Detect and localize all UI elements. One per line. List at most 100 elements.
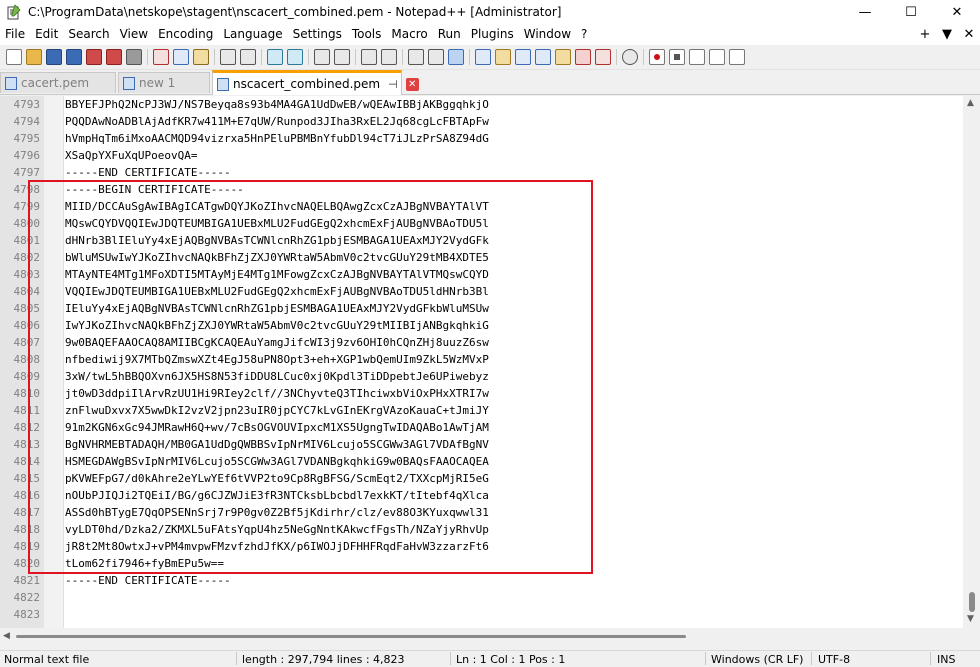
macro-record-icon[interactable]: [649, 49, 665, 65]
function-list-icon[interactable]: [535, 49, 551, 65]
line-number: 4807: [13, 336, 41, 349]
horizontal-scrollbar[interactable]: ◀: [0, 628, 963, 645]
zoom-in-icon[interactable]: [314, 49, 330, 65]
menu-search[interactable]: Search: [63, 24, 114, 45]
line-text: hVmpHqTm6iMxoAACMQD94vizrxa5HnPEluPBMBnY…: [65, 132, 489, 145]
editor-line: 4793 BBYEFJPhQ2NcPJ3WJ/NS7Beyqa8s93b4MA4G…: [0, 96, 960, 113]
sync-horizontal-icon[interactable]: [381, 49, 397, 65]
line-text: dHNrb3BlIEluYy4xEjAQBgNVBAsTCWNlcnRhZG1p…: [65, 234, 489, 247]
editor-line: 4821 -----END CERTIFICATE-----: [0, 572, 960, 589]
file-icon: [123, 76, 135, 90]
line-text: pKVWEFpG7/d0kAhre2eYLwYEf6tVVP2to9Cp8RgB…: [65, 472, 489, 485]
tab-nscacert-combined-pem[interactable]: nscacert_combined.pem ⊣ ✕: [212, 70, 419, 95]
file-saved-icon: [217, 77, 229, 91]
pin-icon[interactable]: ⊣: [388, 78, 398, 91]
close-button[interactable]: ✕: [934, 0, 980, 24]
macro-play-icon[interactable]: [689, 49, 705, 65]
editor-line: 4802 bWluMSUwIwYJKoZIhvcNAQkBFhZjZXJ0YWRt…: [0, 249, 960, 266]
toolbar-separator: [616, 49, 617, 65]
replace-icon[interactable]: [287, 49, 303, 65]
vertical-scroll-thumb[interactable]: [969, 592, 975, 612]
editor-line: 4823: [0, 606, 960, 623]
save-icon[interactable]: [46, 49, 62, 65]
line-text: BgNVHRMEBTADAQH/MB0GA1UdDgQWBBSvIpNrMIV6…: [65, 438, 489, 451]
line-text: IEluYy4xEjAQBgNVBAsTCWNlcnRhZG1pbjESMBAG…: [65, 302, 489, 315]
line-text: 9w0BAQEFAAOCAQ8AMIIBCgKCAQEAuYamgJifcWI3…: [65, 336, 489, 349]
word-wrap-icon[interactable]: [408, 49, 424, 65]
editor-line: 4795 hVmpHqTm6iMxoAACMQD94vizrxa5HnPEluPB…: [0, 130, 960, 147]
line-text: jR8t2Mt8OwtxJ+vPM4mvpwFMzvfzhdJfKX/p6IWO…: [65, 540, 489, 553]
menu-tools[interactable]: Tools: [347, 24, 387, 45]
macro-stop-icon[interactable]: [669, 49, 685, 65]
scroll-up-icon[interactable]: ▲: [967, 98, 974, 108]
status-mode[interactable]: INS: [937, 653, 955, 667]
indent-guide-icon[interactable]: [448, 49, 464, 65]
menu-file[interactable]: File: [0, 24, 30, 45]
scroll-down-icon[interactable]: ▼: [967, 614, 974, 624]
menu-plugins[interactable]: Plugins: [466, 24, 519, 45]
show-all-characters-icon[interactable]: [428, 49, 444, 65]
cut-icon[interactable]: [153, 49, 169, 65]
sync-vertical-icon[interactable]: [361, 49, 377, 65]
close-document-button[interactable]: ✕: [958, 27, 980, 42]
new-tab-button[interactable]: +: [914, 27, 936, 42]
line-number: 4821: [13, 574, 41, 587]
line-number: 4806: [13, 319, 41, 332]
menu-view[interactable]: View: [115, 24, 153, 45]
folder-as-workspace-icon[interactable]: [555, 49, 571, 65]
panel-icon[interactable]: [595, 49, 611, 65]
menu-macro[interactable]: Macro: [386, 24, 432, 45]
redo-icon[interactable]: [240, 49, 256, 65]
vertical-scrollbar[interactable]: ▲ ▼: [963, 96, 980, 628]
save-all-icon[interactable]: [66, 49, 82, 65]
toolbar-separator: [643, 49, 644, 65]
menu-encoding[interactable]: Encoding: [153, 24, 218, 45]
horizontal-scroll-thumb[interactable]: [16, 635, 686, 638]
editor-line: 4797 -----END CERTIFICATE-----: [0, 164, 960, 181]
open-file-icon[interactable]: [26, 49, 42, 65]
menu-window[interactable]: Window: [519, 24, 576, 45]
status-encoding[interactable]: UTF-8: [818, 653, 850, 667]
zoom-out-icon[interactable]: [334, 49, 350, 65]
menu-language[interactable]: Language: [218, 24, 287, 45]
editor-line: 4796 XSaQpYXFuXqUPoeovQA=: [0, 147, 960, 164]
line-text: ASSd0hBTygE7QqOPSENnSrj7r9P0gv0Z2Bf5jKdi…: [65, 506, 489, 519]
menu-help[interactable]: ?: [576, 24, 592, 45]
macro-play-multiple-icon[interactable]: [709, 49, 725, 65]
menu-edit[interactable]: Edit: [30, 24, 63, 45]
minimize-button[interactable]: —: [842, 0, 888, 24]
document-map-icon[interactable]: [495, 49, 511, 65]
editor-line: 4813 BgNVHRMEBTADAQH/MB0GA1UdDgQWBBSvIpNr…: [0, 436, 960, 453]
menu-settings[interactable]: Settings: [288, 24, 347, 45]
udl-icon[interactable]: [475, 49, 491, 65]
print-icon[interactable]: [126, 49, 142, 65]
eye-icon[interactable]: [622, 49, 638, 65]
menu-run[interactable]: Run: [433, 24, 466, 45]
document-list-icon[interactable]: [515, 49, 531, 65]
line-text: IwYJKoZIhvcNAQkBFhZjZXJ0YWRtaW5AbmV0c2tv…: [65, 319, 489, 332]
scroll-left-icon[interactable]: ◀: [3, 631, 10, 641]
find-icon[interactable]: [267, 49, 283, 65]
tab-bar: cacert.pem new 1 nscacert_combined.pem ⊣…: [0, 70, 980, 95]
line-text: -----END CERTIFICATE-----: [65, 574, 231, 587]
status-divider: [811, 652, 812, 665]
new-file-icon[interactable]: [6, 49, 22, 65]
copy-icon[interactable]: [173, 49, 189, 65]
monitoring-icon[interactable]: [575, 49, 591, 65]
tab-close-icon[interactable]: ✕: [405, 77, 419, 91]
close-all-icon[interactable]: [106, 49, 122, 65]
editor-line: 4805 IEluYy4xEjAQBgNVBAsTCWNlcnRhZG1pbjES…: [0, 300, 960, 317]
status-eol[interactable]: Windows (CR LF): [711, 653, 803, 667]
tab-cacert-pem[interactable]: cacert.pem: [0, 72, 116, 93]
editor-line: 4807 9w0BAQEFAAOCAQ8AMIIBCgKCAQEAuYamgJif…: [0, 334, 960, 351]
close-file-icon[interactable]: [86, 49, 102, 65]
text-editor[interactable]: 4793 BBYEFJPhQ2NcPJ3WJ/NS7Beyqa8s93b4MA4G…: [0, 96, 980, 628]
macro-save-icon[interactable]: [729, 49, 745, 65]
tab-new-1[interactable]: new 1: [118, 72, 210, 93]
tab-list-button[interactable]: ▼: [936, 27, 958, 42]
line-number: 4817: [13, 506, 41, 519]
undo-icon[interactable]: [220, 49, 236, 65]
paste-icon[interactable]: [193, 49, 209, 65]
maximize-button[interactable]: ☐: [888, 0, 934, 24]
status-file-type: Normal text file: [4, 653, 90, 666]
